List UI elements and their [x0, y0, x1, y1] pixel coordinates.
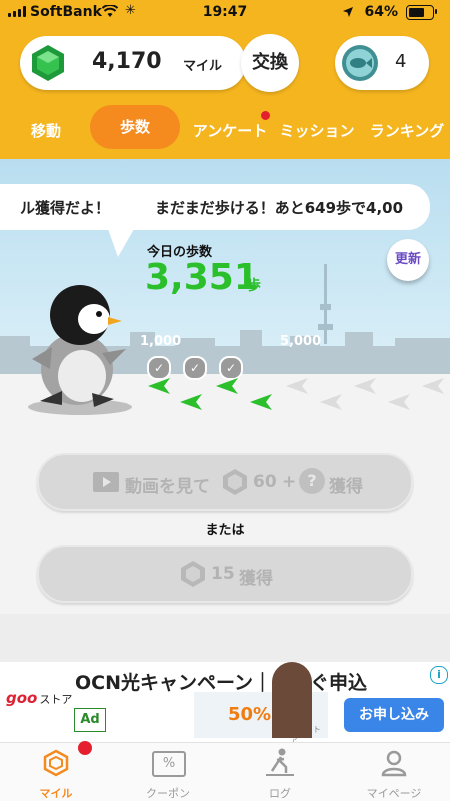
goo-logo: goo ストア [6, 688, 72, 707]
milestone-1000: 1,000 [140, 334, 182, 349]
nav-badge [78, 741, 92, 755]
header: 4,170 マイル 交換 4 移動 歩数 アンケート ミッション ランキング [0, 24, 450, 159]
survey-badge [261, 111, 270, 120]
plus-sign: + [282, 472, 297, 492]
gem-claim-button[interactable]: 15 獲得 [37, 545, 413, 603]
ad-person [272, 662, 312, 738]
steps-scene: ル獲得だよ！ まだまだ歩ける！あと649歩で4,00 今日の歩数 3,351 歩… [0, 159, 450, 614]
battery-percent: 64% [364, 4, 398, 20]
bubble-tail [108, 229, 134, 257]
user-icon [381, 750, 407, 777]
battery-icon [406, 5, 434, 20]
status-bar: SoftBank ✳ 19:47 64% [0, 0, 450, 24]
video-gem-count: 60 [253, 472, 277, 492]
steps-count: 3,351 [145, 257, 259, 298]
exchange-button[interactable]: 交換 [241, 34, 299, 92]
location-arrow-icon [343, 7, 353, 17]
tab-ranking[interactable]: ランキング [364, 111, 450, 151]
tab-mission-label: ミッション [279, 122, 355, 140]
nav-label-coupon: クーポン [146, 787, 190, 800]
video-text-2: 獲得 [329, 477, 363, 497]
ad-image: 50% gooストア [194, 662, 328, 745]
goo-logo-text: goo [6, 689, 38, 707]
nav-label-log: ログ [269, 787, 291, 800]
gem-outline-icon [43, 749, 69, 777]
speech-bubble: ル獲得だよ！ まだまだ歩ける！あと649歩で4,00 [0, 184, 430, 230]
ad-badge: Ad [74, 708, 106, 732]
goo-logo-sub: ストア [39, 693, 73, 706]
video-text-1: 動画を見て [125, 477, 210, 497]
fish-count: 4 [395, 51, 407, 72]
ad-apply-button[interactable]: お申し込み [344, 698, 444, 732]
footprint-green [148, 378, 272, 410]
fish-coin-icon [342, 45, 378, 81]
tab-steps-label: 歩数 [119, 118, 150, 136]
tab-steps[interactable]: 歩数 [90, 105, 180, 149]
footprint-gray [286, 378, 444, 410]
penguin-illustration [28, 285, 132, 415]
walking-log-icon [266, 748, 294, 776]
gem-count: 15 [211, 564, 235, 584]
fish-count-pill[interactable]: 4 [335, 36, 429, 90]
bubble-text: ル獲得だよ！ まだまだ歩ける！あと649歩で4,00 [20, 199, 404, 217]
question-coin-icon: ? [299, 468, 325, 494]
miles-value: 4,170 [92, 49, 162, 74]
footprints [148, 378, 444, 410]
steps-unit: 歩 [247, 278, 261, 294]
watch-video-button[interactable]: 動画を見て 60 + ? 獲得 [37, 453, 413, 511]
tab-move[interactable]: 移動 [14, 111, 78, 151]
miles-pill[interactable]: 4,170 マイル [20, 36, 246, 90]
tab-mission[interactable]: ミッション [277, 111, 357, 151]
bottom-nav: マイル % クーポン ログ マイページ [0, 741, 450, 801]
nav-item-miles[interactable]: マイル [16, 741, 96, 801]
ad-banner[interactable]: gooストア Ad OCN光キャンペーン｜今すぐ申込 50% gooストア お申… [0, 662, 450, 745]
ad-title: OCN光キャンペーン｜今すぐ申込 [75, 672, 368, 694]
ad-info-icon[interactable]: i [430, 666, 448, 684]
tab-survey-label: アンケート [192, 122, 268, 140]
gem-icon [181, 561, 205, 587]
refresh-button[interactable]: 更新 [387, 239, 429, 281]
miles-unit: マイル [183, 59, 223, 74]
nav-item-mypage[interactable]: マイページ [354, 743, 434, 801]
green-gem-icon [32, 45, 64, 81]
nav-item-log[interactable]: ログ [240, 743, 320, 801]
nav-label-mypage: マイページ [366, 787, 422, 800]
tab-ranking-label: ランキング [369, 122, 445, 140]
gem-claim-label: 獲得 [239, 569, 273, 589]
milestone-5000: 5,000 [280, 334, 322, 349]
video-icon [93, 472, 119, 492]
nav-item-coupon[interactable]: % クーポン [128, 743, 208, 801]
tab-move-label: 移動 [30, 122, 61, 140]
ad-image-discount: 50% [228, 704, 272, 725]
nav-label-miles: マイル [39, 787, 73, 800]
or-label: または [205, 523, 245, 538]
coupon-icon: % [152, 751, 186, 777]
battery-cap [435, 9, 437, 14]
content-spacer [0, 614, 450, 662]
gem-icon [223, 469, 247, 495]
